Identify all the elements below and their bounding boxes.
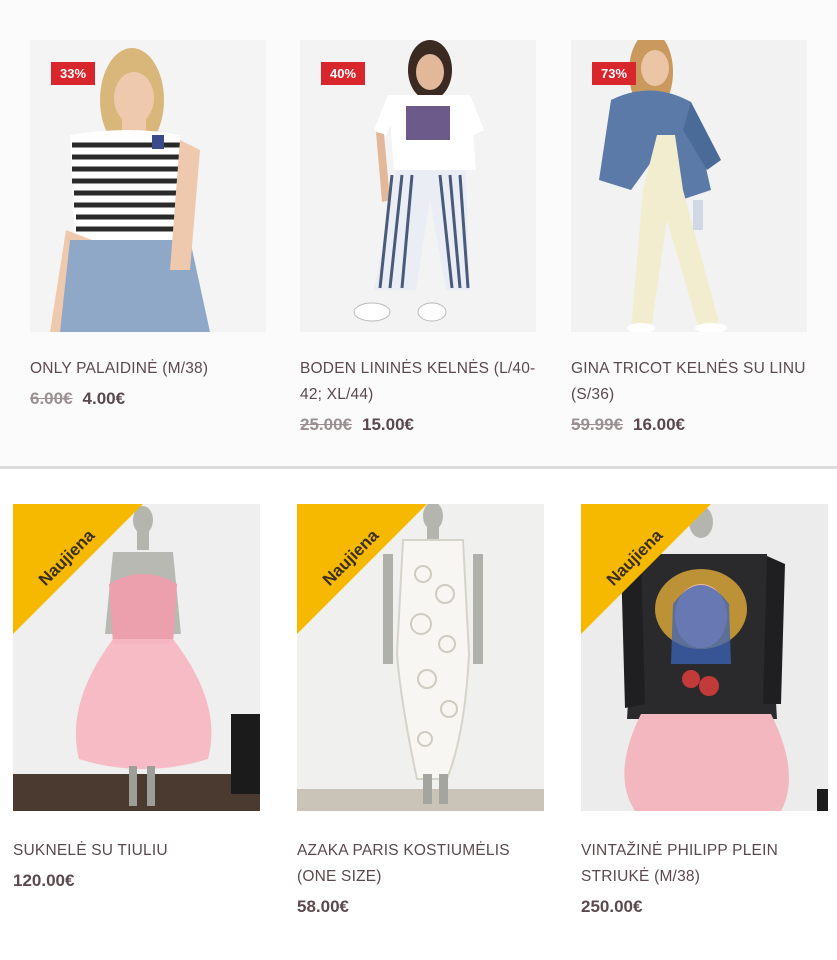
- product-card[interactable]: Naujiena SUKNELĖ SU TIULIU 120.00€: [13, 504, 260, 892]
- product-title[interactable]: GINA TRICOT KELNĖS SU LINU (S/36): [571, 356, 807, 408]
- old-price: 59.99€: [571, 415, 623, 434]
- product-image[interactable]: 40%: [300, 40, 536, 332]
- product-image[interactable]: Naujiena: [13, 504, 260, 811]
- ribbon-shape: [13, 504, 143, 634]
- price-row: 58.00€: [297, 896, 544, 918]
- ribbon-shape: [297, 504, 427, 634]
- new-products-section: Naujiena SUKNELĖ SU TIULIU 120.00€ Nauji…: [0, 469, 837, 960]
- current-price: 16.00€: [633, 415, 685, 434]
- discount-badge: 40%: [321, 62, 365, 85]
- discounted-products-section: 33% ONLY PALAIDINĖ (M/38) 6.00€ 4.00€ 40…: [0, 0, 837, 466]
- product-title[interactable]: ONLY PALAIDINĖ (M/38): [30, 356, 266, 382]
- current-price: 4.00€: [82, 389, 126, 408]
- product-card[interactable]: 33% ONLY PALAIDINĖ (M/38) 6.00€ 4.00€: [30, 40, 266, 410]
- discount-badge: 73%: [592, 62, 636, 85]
- product-image[interactable]: Naujiena: [581, 504, 828, 811]
- new-ribbon: [581, 504, 711, 634]
- product-title[interactable]: SUKNELĖ SU TIULIU: [13, 838, 260, 864]
- price-row: 6.00€ 4.00€: [30, 388, 266, 410]
- product-card[interactable]: 40% BODEN LININĖS KELNĖS (L/40-42; XL/44…: [300, 40, 536, 436]
- price-row: 120.00€: [13, 870, 260, 892]
- current-price: 58.00€: [297, 897, 349, 916]
- product-card[interactable]: 73% GINA TRICOT KELNĖS SU LINU (S/36) 59…: [571, 40, 807, 436]
- price-row: 59.99€ 16.00€: [571, 414, 807, 436]
- product-title[interactable]: AZAKA PARIS KOSTIUMĖLIS (ONE SIZE): [297, 838, 544, 890]
- new-ribbon: [13, 504, 143, 634]
- product-image[interactable]: Naujiena: [297, 504, 544, 811]
- old-price: 6.00€: [30, 389, 73, 408]
- product-title[interactable]: VINTAŽINĖ PHILIPP PLEIN STRIUKĖ (M/38): [581, 838, 828, 890]
- product-image[interactable]: 73%: [571, 40, 807, 332]
- price-row: 250.00€: [581, 896, 828, 918]
- product-title[interactable]: BODEN LININĖS KELNĖS (L/40-42; XL/44): [300, 356, 536, 408]
- current-price: 120.00€: [13, 871, 75, 890]
- price-row: 25.00€ 15.00€: [300, 414, 536, 436]
- discount-badge: 33%: [51, 62, 95, 85]
- product-card[interactable]: Naujiena AZAKA PARIS KOSTIUMĖLIS (ONE SI…: [297, 504, 544, 918]
- old-price: 25.00€: [300, 415, 352, 434]
- current-price: 15.00€: [362, 415, 414, 434]
- ribbon-shape: [581, 504, 711, 634]
- product-image[interactable]: 33%: [30, 40, 266, 332]
- product-card[interactable]: Naujiena VINTAŽINĖ PHILIPP PLEIN STRIUKĖ…: [581, 504, 828, 918]
- current-price: 250.00€: [581, 897, 643, 916]
- new-ribbon: [297, 504, 427, 634]
